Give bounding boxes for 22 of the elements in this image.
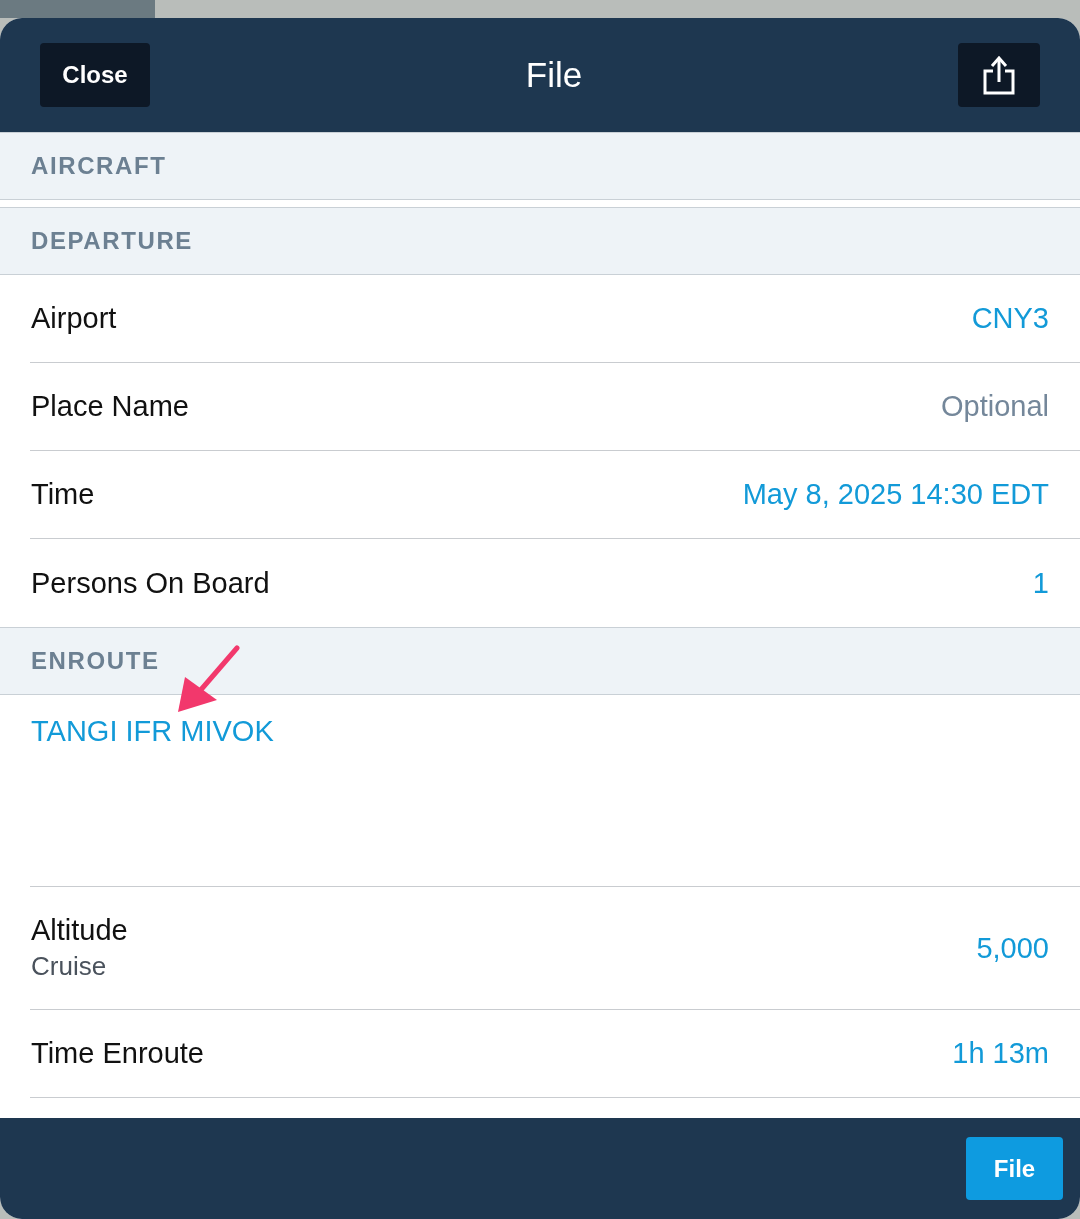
share-icon	[983, 55, 1015, 95]
file-button[interactable]: File	[966, 1137, 1063, 1200]
close-button[interactable]: Close	[40, 43, 150, 107]
section-header: DEPARTURE	[0, 207, 1080, 275]
row-label: Altitude	[31, 914, 128, 947]
share-button[interactable]	[958, 43, 1040, 107]
row-value[interactable]: May 8, 2025 14:30 EDT	[742, 478, 1049, 511]
row-label: Place Name	[31, 390, 189, 423]
row-value[interactable]: 1h 13m	[952, 1037, 1049, 1070]
row-label: Time Enroute	[31, 1037, 204, 1070]
row-value[interactable]: 1	[1032, 566, 1049, 600]
row-value[interactable]: 5,000	[976, 931, 1049, 965]
row-label: Airport	[31, 302, 117, 335]
window-title: File	[525, 55, 583, 95]
section-header: ENROUTE	[0, 627, 1080, 695]
row-label: Persons On Board	[31, 566, 270, 600]
text-field[interactable]: Optional	[649, 390, 1049, 423]
section-header: AIRCRAFT	[0, 132, 1080, 200]
row-sublabel: Cruise	[31, 951, 108, 982]
annotation-arrow	[175, 645, 240, 715]
row-value[interactable]: CNY3	[971, 302, 1049, 335]
row-label: Time	[31, 478, 95, 511]
